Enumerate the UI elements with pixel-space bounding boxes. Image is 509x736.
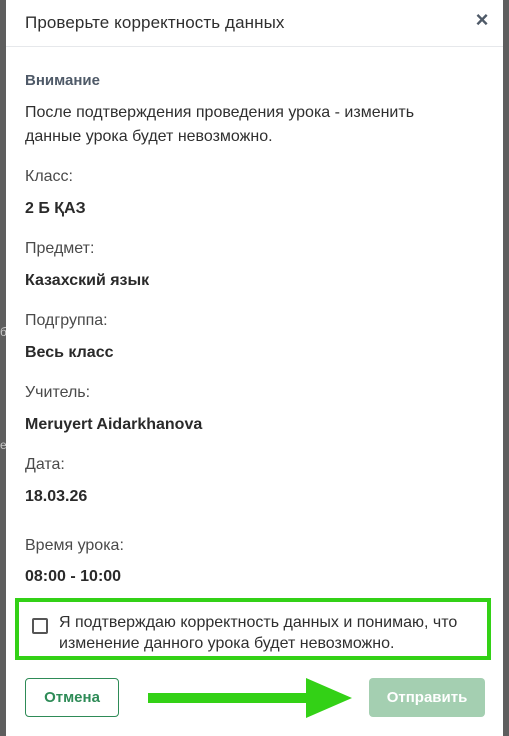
arrow-right-icon: [148, 678, 352, 718]
subgroup-label: Подгруппа:: [25, 312, 108, 329]
lesson-time-label: Время урока:: [25, 537, 124, 554]
cancel-button[interactable]: Отмена: [25, 678, 119, 717]
confirm-highlight: Я подтверждаю корректность данных и пони…: [15, 598, 491, 660]
confirm-checkbox[interactable]: [32, 618, 48, 634]
lesson-time-value: 08:00 - 10:00: [25, 568, 122, 585]
class-value: 2 Б ҚАЗ: [25, 200, 86, 217]
subject-value: Казахский язык: [25, 272, 150, 289]
attention-text: После подтверждения проведения урока - и…: [25, 104, 415, 145]
dialog-header: Проверьте корректность данных ×: [6, 0, 503, 47]
close-icon[interactable]: ×: [471, 9, 493, 31]
confirm-text[interactable]: Я подтверждаю корректность данных и пони…: [59, 612, 489, 654]
teacher-label: Учитель:: [25, 384, 91, 401]
subject-label: Предмет:: [25, 240, 95, 257]
confirm-dialog: Проверьте корректность данных × Внимание…: [6, 0, 503, 736]
date-label: Дата:: [25, 456, 65, 473]
submit-button[interactable]: Отправить: [369, 678, 485, 717]
class-label: Класс:: [25, 168, 73, 185]
date-value: 18.03.26: [25, 488, 88, 505]
teacher-value: Meruyert Aidarkhanova: [25, 416, 203, 433]
subgroup-value: Весь класс: [25, 344, 114, 361]
attention-heading: Внимание: [25, 72, 100, 89]
dialog-title: Проверьте корректность данных: [25, 13, 285, 32]
